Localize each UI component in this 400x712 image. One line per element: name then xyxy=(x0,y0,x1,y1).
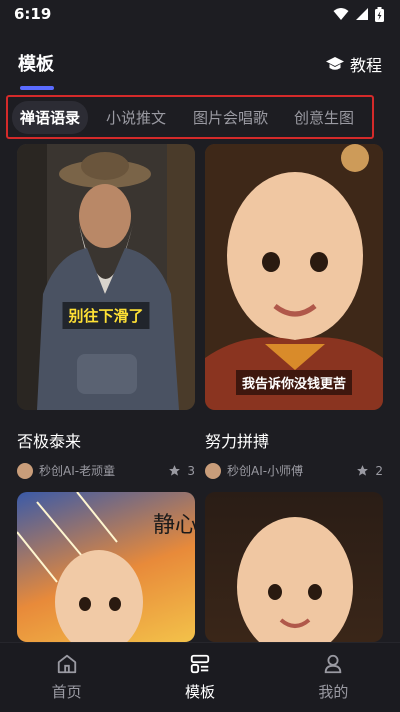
avatar xyxy=(205,462,221,479)
nav-home-label: 首页 xyxy=(51,683,82,701)
category-tabs: 禅语语录 小说推文 图片会唱歌 创意生图 xyxy=(6,95,374,139)
template-thumbnail xyxy=(205,492,383,642)
old-man-illustration xyxy=(17,144,195,410)
likes-count: 3 xyxy=(187,463,195,478)
status-icons xyxy=(333,6,384,22)
template-card[interactable]: 别往下滑了 否极泰来 秒创AI-老顽童 3 xyxy=(17,144,195,479)
tutorial-button[interactable]: 教程 xyxy=(325,52,382,76)
template-card[interactable] xyxy=(205,492,383,642)
author-name: 秒创AI-小师傅 xyxy=(227,464,304,478)
card-meta: 秒创AI-老顽童 3 xyxy=(17,462,195,479)
likes-count: 2 xyxy=(375,463,383,478)
star-icon xyxy=(357,465,369,476)
card-title: 努力拼搏 xyxy=(205,432,270,451)
template-thumbnail: 静心 xyxy=(17,492,195,642)
tab-creative-image[interactable]: 创意生图 xyxy=(286,101,362,134)
signal-icon xyxy=(356,8,368,20)
baby-monk-illustration xyxy=(237,517,353,642)
graduation-cap-icon xyxy=(325,57,344,70)
art-text: 静心 xyxy=(153,513,195,538)
nav-templates[interactable]: 模板 xyxy=(133,643,266,712)
wifi-icon xyxy=(333,8,349,20)
battery-icon xyxy=(375,6,384,22)
status-time: 6:19 xyxy=(14,5,52,23)
card-meta: 秒创AI-小师傅 2 xyxy=(205,462,383,479)
nav-home[interactable]: 首页 xyxy=(0,643,133,712)
tab-novel-promo[interactable]: 小说推文 xyxy=(98,101,174,134)
template-card[interactable]: 我告诉你没钱更苦 努力拼搏 秒创AI-小师傅 2 xyxy=(205,144,383,479)
card-title: 否极泰来 xyxy=(17,432,82,451)
tab-zen-quotes[interactable]: 禅语语录 xyxy=(12,100,89,134)
nav-templates-label: 模板 xyxy=(184,683,215,701)
page-title: 模板 xyxy=(18,54,54,75)
profile-icon xyxy=(325,654,342,674)
nav-profile[interactable]: 我的 xyxy=(267,643,400,712)
template-thumbnail: 我告诉你没钱更苦 xyxy=(205,144,383,410)
tutorial-label: 教程 xyxy=(349,56,382,75)
avatar xyxy=(17,462,33,479)
bottom-nav: 首页 模板 我的 xyxy=(0,642,400,712)
card-caption: 别往下滑了 xyxy=(62,302,150,329)
likes: 2 xyxy=(356,464,383,478)
template-card[interactable]: 静心 xyxy=(17,492,195,642)
header: 模板 教程 xyxy=(0,34,400,90)
template-thumbnail: 别往下滑了 xyxy=(17,144,195,410)
home-icon xyxy=(57,654,76,674)
nav-profile-label: 我的 xyxy=(318,683,349,701)
status-bar: 6:19 xyxy=(0,0,400,28)
star-icon xyxy=(169,465,181,476)
tab-singing-photo[interactable]: 图片会唱歌 xyxy=(185,101,276,134)
card-caption: 我告诉你没钱更苦 xyxy=(235,370,353,395)
template-icon xyxy=(190,654,210,674)
likes: 3 xyxy=(168,464,195,478)
title-underline xyxy=(20,86,54,90)
meteor-baby-illustration: 静心 xyxy=(17,492,195,642)
author-name: 秒创AI-老顽童 xyxy=(39,464,116,478)
